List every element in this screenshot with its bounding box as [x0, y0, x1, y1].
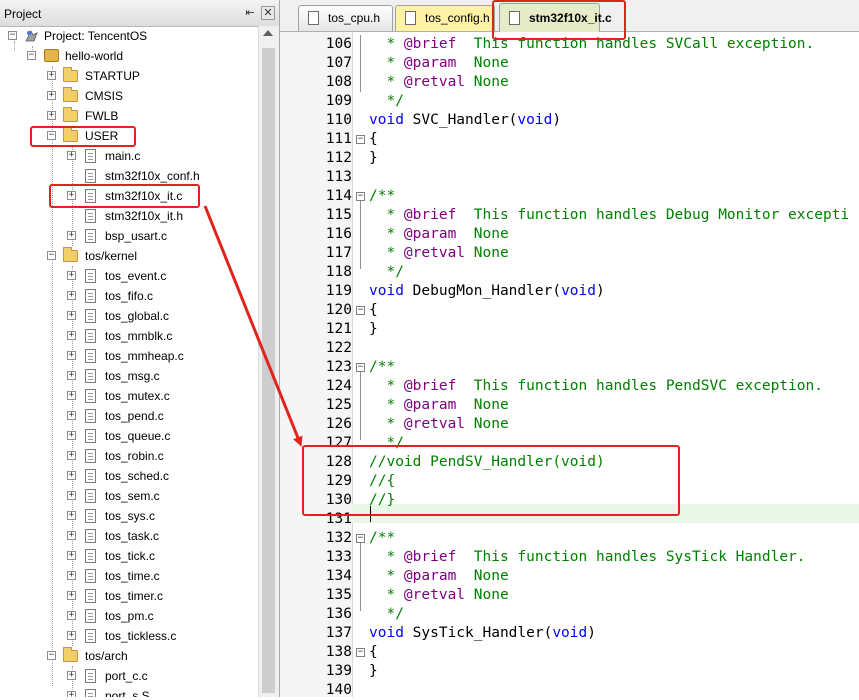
arrow-line — [203, 205, 303, 447]
annotation-arrow — [203, 205, 303, 447]
